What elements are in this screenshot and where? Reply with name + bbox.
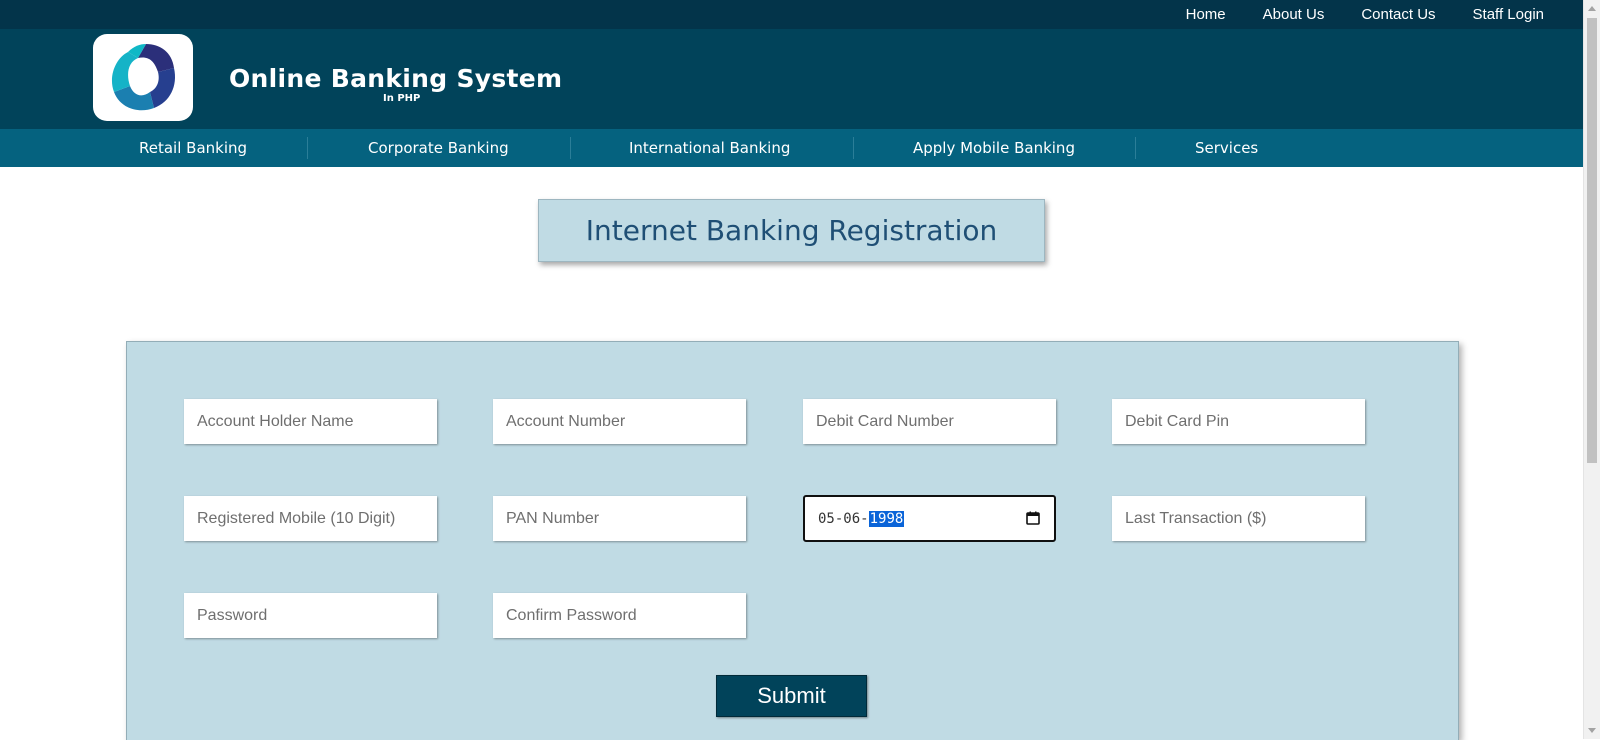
dob-day: 05	[818, 510, 835, 527]
site-subtitle: In PHP	[383, 93, 421, 104]
registered-mobile-input[interactable]	[184, 496, 437, 541]
nav-retail-banking[interactable]: Retail Banking	[139, 129, 247, 167]
nav-link-home[interactable]: Home	[1186, 6, 1226, 23]
debit-card-number-input[interactable]	[803, 399, 1056, 444]
nav-divider	[307, 137, 308, 159]
bank-logo-icon[interactable]	[93, 34, 193, 121]
calendar-icon[interactable]	[1026, 511, 1040, 525]
last-transaction-input[interactable]	[1112, 496, 1365, 541]
page-scrollbar[interactable]	[1583, 0, 1600, 739]
nav-link-contact[interactable]: Contact Us	[1361, 6, 1435, 23]
pan-number-input[interactable]	[493, 496, 746, 541]
nav-divider	[570, 137, 571, 159]
password-input[interactable]	[184, 593, 437, 638]
nav-divider	[1135, 137, 1136, 159]
debit-card-pin-input[interactable]	[1112, 399, 1365, 444]
nav-apply-mobile-banking[interactable]: Apply Mobile Banking	[913, 129, 1075, 167]
scroll-down-icon[interactable]	[1588, 728, 1596, 733]
dob-separator: -	[860, 510, 869, 527]
account-number-input[interactable]	[493, 399, 746, 444]
site-header: Online Banking System In PHP	[0, 29, 1584, 129]
dob-year: 1998	[868, 510, 905, 527]
dob-month: 06	[843, 510, 861, 527]
nav-international-banking[interactable]: International Banking	[629, 129, 790, 167]
nav-link-about[interactable]: About Us	[1263, 6, 1325, 23]
nav-corporate-banking[interactable]: Corporate Banking	[368, 129, 509, 167]
date-of-birth-input[interactable]: 05-06-1998	[803, 495, 1056, 542]
top-links: Home About Us Contact Us Staff Login	[1149, 0, 1544, 29]
account-holder-name-input[interactable]	[184, 399, 437, 444]
top-bar: Home About Us Contact Us Staff Login	[0, 0, 1584, 29]
nav-divider	[853, 137, 854, 159]
nav-link-staff-login[interactable]: Staff Login	[1473, 6, 1544, 23]
main-nav: Retail Banking Corporate Banking Interna…	[0, 129, 1584, 167]
scrollbar-thumb[interactable]	[1587, 18, 1597, 463]
submit-button[interactable]: Submit	[716, 675, 867, 717]
site-title: Online Banking System	[229, 64, 563, 93]
confirm-password-input[interactable]	[493, 593, 746, 638]
scroll-up-icon[interactable]	[1588, 6, 1596, 11]
nav-services[interactable]: Services	[1195, 129, 1258, 167]
dob-separator: -	[834, 510, 844, 527]
page-title: Internet Banking Registration	[538, 199, 1045, 262]
